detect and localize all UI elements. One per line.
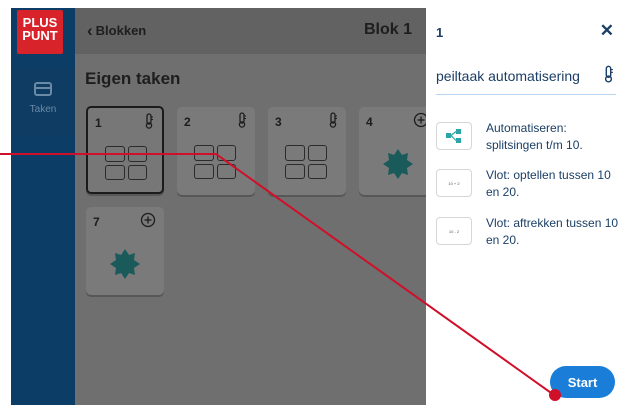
page-title: Blok 1	[363, 21, 412, 38]
task-card-number: 1	[95, 116, 102, 130]
task-card-2[interactable]: 2	[177, 107, 255, 195]
app-root: PLUS PUNT Taken ‹ Blokken Blok 1 Eigen t…	[0, 0, 626, 405]
main-area: ‹ Blokken Blok 1 Eigen taken 1 2 3 4 7	[75, 8, 437, 405]
task-thumbnail: 10 - 2	[436, 217, 472, 245]
task-name: peiltaak automatisering	[436, 68, 580, 84]
thermometer-icon	[328, 112, 338, 133]
task-detail-panel: 1 ✕ peiltaak automatisering Automatisere…	[426, 8, 626, 405]
thermometer-icon	[603, 65, 614, 88]
hierarchy-icon	[436, 122, 472, 150]
window-icon	[34, 82, 52, 96]
chevron-left-icon: ‹	[87, 21, 93, 40]
rail-item-label: Taken	[29, 104, 57, 115]
close-icon[interactable]: ✕	[600, 21, 614, 41]
task-card-number: 2	[184, 115, 191, 129]
task-card-1[interactable]: 1	[86, 106, 164, 194]
puzzle-icon	[381, 147, 415, 186]
rail-item-taken[interactable]: Taken	[11, 68, 75, 136]
logo-text-bottom: PUNT	[22, 28, 58, 43]
grid-icon	[105, 146, 147, 180]
task-card-number: 4	[366, 115, 373, 129]
task-card-7[interactable]: 7	[86, 207, 164, 295]
grid-icon	[194, 145, 236, 179]
task-card-number: 7	[93, 215, 100, 229]
task-item-label: Automatiseren: splitsingen t/m 10.	[486, 121, 583, 152]
side-rail: PLUS PUNT Taken	[11, 8, 75, 405]
thermometer-icon	[144, 113, 154, 134]
task-item-label: Vlot: aftrekken tussen 10 en 20.	[486, 216, 619, 247]
task-card-number: 3	[275, 115, 282, 129]
puzzle-icon	[108, 247, 142, 286]
panel-task-number: 1	[436, 25, 444, 40]
thermometer-icon	[237, 112, 247, 133]
plus-circle-icon	[140, 212, 156, 233]
start-button[interactable]: Start	[550, 366, 615, 398]
section-title: Eigen taken	[85, 69, 181, 88]
task-card-3[interactable]: 3	[268, 107, 346, 195]
back-label: Blokken	[95, 23, 147, 38]
divider	[436, 94, 616, 95]
task-thumbnail: 10 + 2	[436, 169, 472, 197]
task-item-label: Vlot: optellen tussen 10 en 20.	[486, 168, 611, 199]
pluspunt-logo: PLUS PUNT	[17, 10, 63, 54]
grid-icon	[285, 145, 327, 179]
top-bar: ‹ Blokken Blok 1	[75, 8, 426, 54]
back-button[interactable]: ‹ Blokken	[87, 21, 147, 40]
